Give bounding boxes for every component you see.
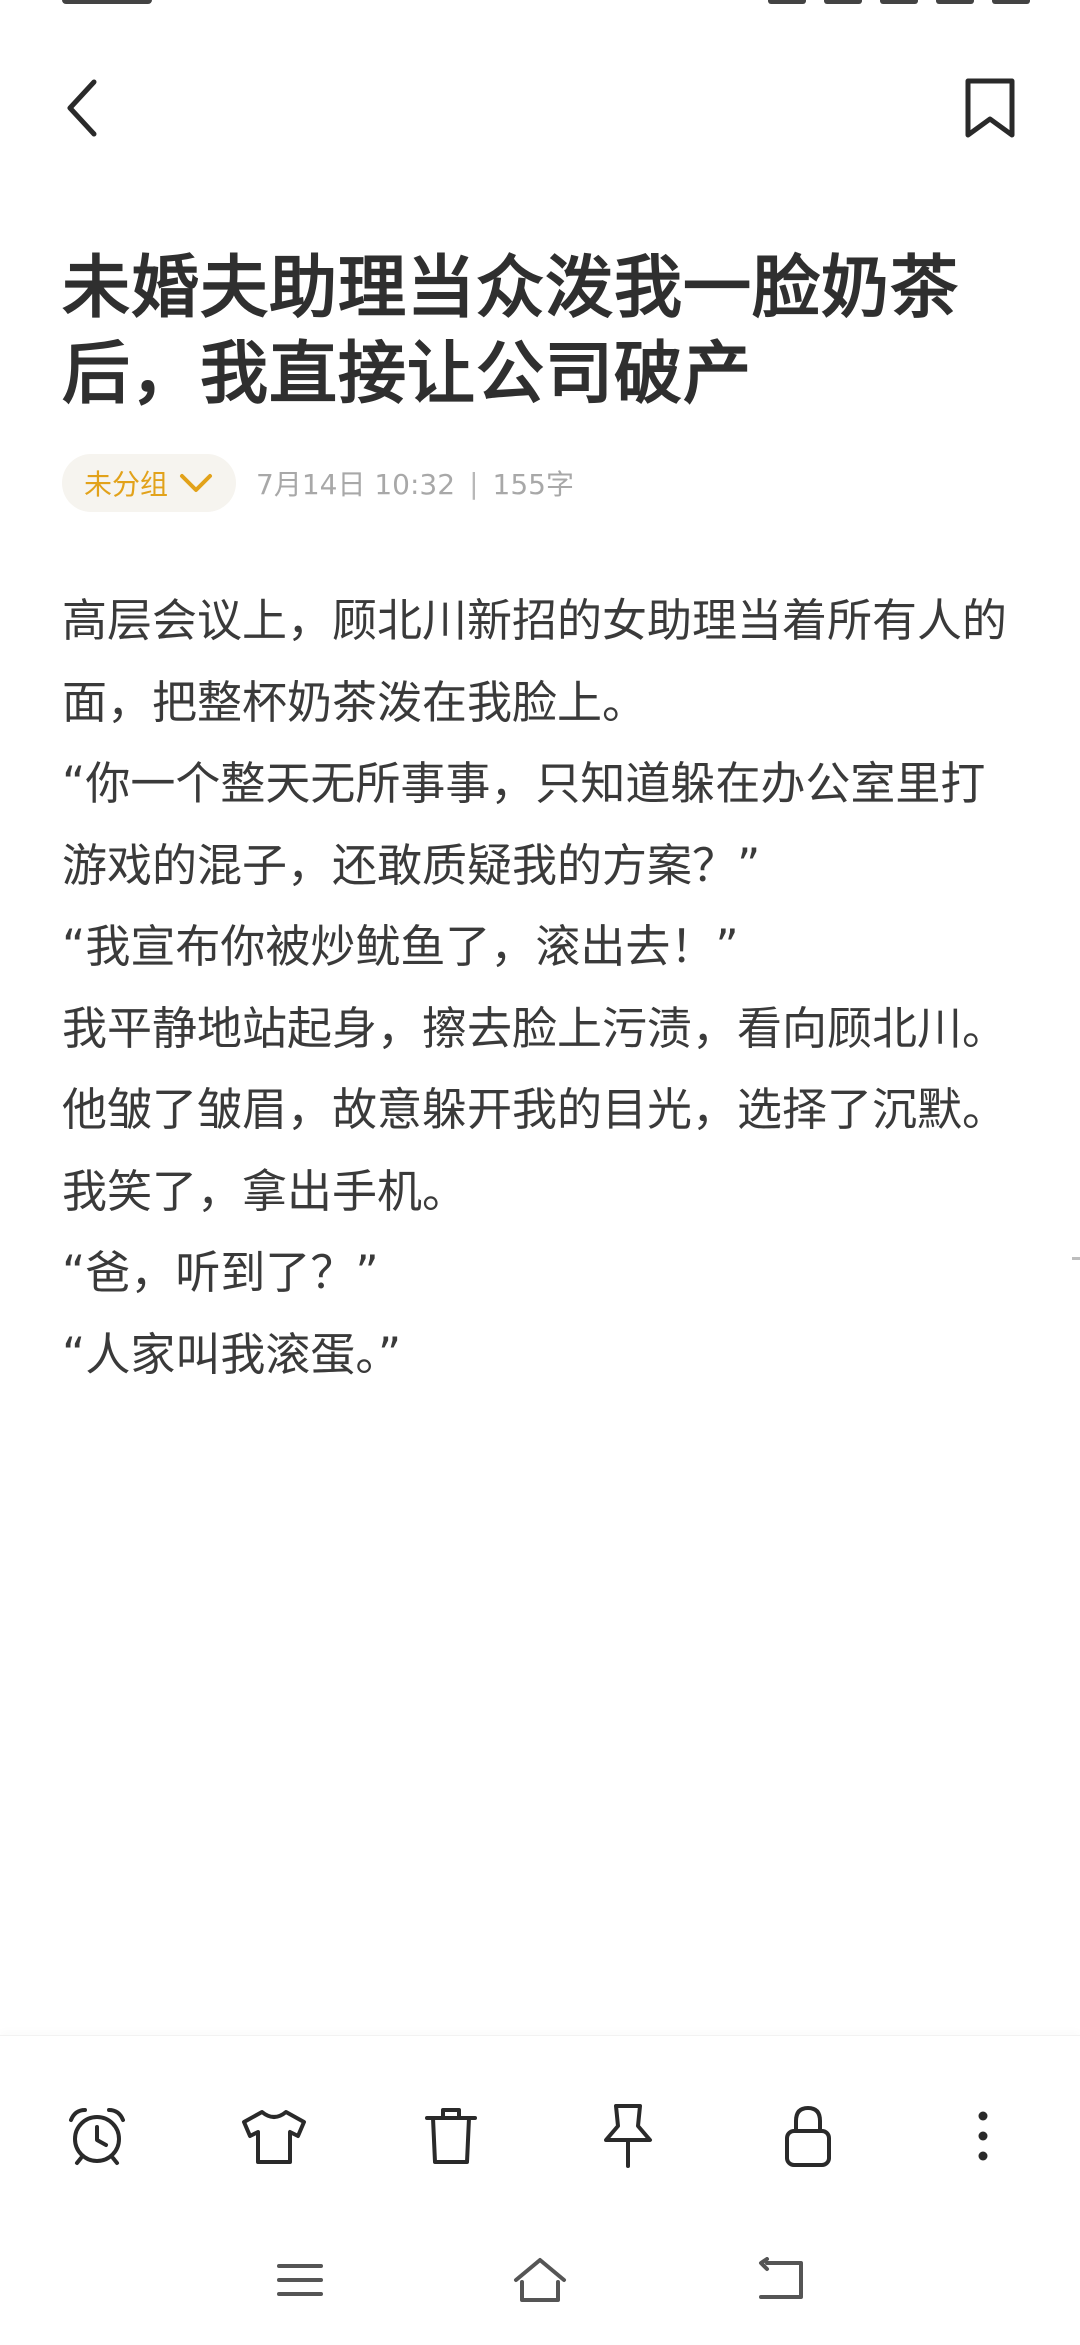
more-vertical-icon bbox=[978, 2111, 988, 2161]
note-body[interactable]: 高层会议上，顾北川新招的女助理当着所有人的面，把整杯奶茶泼在我脸上。 “你一个整… bbox=[62, 580, 1022, 1395]
pin-button[interactable] bbox=[588, 2096, 668, 2176]
back-icon bbox=[67, 79, 97, 137]
bookmark-icon bbox=[965, 78, 1015, 138]
note-paragraph: “我宣布你被炒鱿鱼了，滚出去！” bbox=[62, 920, 739, 973]
nav-back-button[interactable] bbox=[740, 2250, 820, 2310]
note-paragraph: “人家叫我滚蛋。” bbox=[62, 1327, 402, 1381]
note-title[interactable]: 未婚夫助理当众泼我一脸奶茶后，我直接让公司破产 bbox=[62, 246, 1022, 418]
theme-button[interactable] bbox=[234, 2096, 314, 2176]
note-paragraph: 我笑了，拿出手机。 bbox=[62, 1164, 468, 1218]
lock-button[interactable] bbox=[768, 2096, 848, 2176]
bookmark-button[interactable] bbox=[948, 68, 1018, 148]
note-date: 7月14日 10:32 bbox=[256, 468, 456, 501]
status-icon bbox=[768, 0, 806, 4]
note-paragraph: “你一个整天无所事事，只知道躲在办公室里打游戏的混子，还敢质疑我的方案？” bbox=[62, 757, 986, 892]
lock-icon bbox=[785, 2105, 831, 2167]
meta-separator: | bbox=[469, 466, 479, 500]
bottom-toolbar bbox=[0, 2035, 1080, 2216]
status-icon bbox=[880, 0, 918, 4]
delete-button[interactable] bbox=[411, 2096, 491, 2176]
nav-home-button[interactable] bbox=[500, 2250, 580, 2310]
more-button[interactable] bbox=[943, 2096, 1023, 2176]
note-meta-row: 未分组 7月14日 10:32 | 155字 bbox=[62, 453, 1022, 513]
system-nav-bar bbox=[0, 2215, 1080, 2345]
trash-icon bbox=[425, 2108, 477, 2164]
top-bar bbox=[0, 40, 1080, 170]
pin-icon bbox=[604, 2104, 652, 2168]
status-icon bbox=[936, 0, 974, 4]
note-paragraph: “爸，听到了？” bbox=[62, 1246, 379, 1299]
status-icon bbox=[992, 0, 1030, 4]
note-paragraph: 我平静地站起身，擦去脸上污渍，看向顾北川。 bbox=[62, 1001, 1008, 1055]
group-label: 未分组 bbox=[84, 468, 169, 501]
group-selector[interactable]: 未分组 bbox=[62, 454, 237, 512]
tshirt-icon bbox=[242, 2110, 306, 2164]
nav-menu-button[interactable] bbox=[260, 2250, 340, 2310]
menu-icon bbox=[277, 2264, 323, 2296]
home-icon bbox=[514, 2258, 566, 2302]
note-word-count: 155字 bbox=[492, 468, 574, 501]
chevron-down-icon bbox=[180, 474, 213, 492]
back-nav-icon bbox=[759, 2257, 803, 2299]
status-icon bbox=[824, 0, 862, 4]
reminder-button[interactable] bbox=[57, 2096, 137, 2176]
status-time bbox=[62, 0, 152, 4]
note-paragraph: 他皱了皱眉，故意躲开我的目光，选择了沉默。 bbox=[62, 1083, 1008, 1136]
status-bar bbox=[0, 0, 1080, 10]
back-button[interactable] bbox=[62, 68, 132, 148]
note-paragraph: 高层会议上，顾北川新招的女助理当着所有人的面，把整杯奶茶泼在我脸上。 bbox=[62, 594, 1008, 729]
note-meta-info: 7月14日 10:32 | 155字 bbox=[256, 463, 574, 503]
scroll-indicator[interactable] bbox=[1072, 1257, 1080, 1260]
alarm-clock-icon bbox=[69, 2108, 125, 2165]
status-icons bbox=[700, 0, 1030, 4]
